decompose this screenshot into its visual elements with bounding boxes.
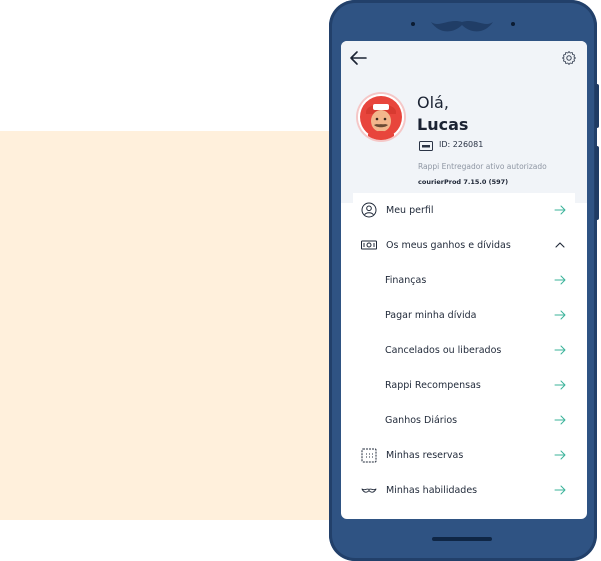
- profile-header: Olá, Lucas ID: 226081 Rappi Entregador a…: [341, 41, 587, 203]
- mustache-logo-icon: [431, 21, 493, 32]
- submenu-item-label: Finanças: [385, 274, 427, 286]
- id-card-icon: [419, 141, 433, 151]
- menu-list: Meu perfil Os meus ganhos e dívidas Fina…: [353, 193, 575, 519]
- power-button: [595, 146, 599, 220]
- courier-id: ID: 226081: [439, 140, 484, 149]
- calendar-icon: [361, 448, 377, 463]
- submenu-item-ganhos-diarios[interactable]: Ganhos Diários: [353, 403, 575, 437]
- arrow-right-icon: [554, 345, 566, 355]
- menu-item-label: Minhas habilidades: [386, 484, 478, 496]
- arrow-right-icon: [554, 415, 566, 425]
- menu-item-label: Minhas reservas: [386, 449, 464, 461]
- chevron-up-icon: [555, 242, 565, 248]
- back-arrow-icon[interactable]: [349, 50, 367, 66]
- arrow-right-icon: [554, 450, 566, 460]
- home-indicator: [432, 537, 492, 541]
- arrow-right-icon: [554, 485, 566, 495]
- user-circle-icon: [361, 202, 377, 218]
- gear-icon[interactable]: [561, 50, 577, 66]
- arrow-right-icon: [554, 310, 566, 320]
- menu-item-label: Meu perfil: [386, 204, 434, 216]
- user-name: Lucas: [417, 115, 469, 134]
- mustache-icon: [361, 488, 377, 493]
- menu-item-habilidades[interactable]: Minhas habilidades: [353, 473, 575, 507]
- app-version: courierProd 7.15.0 (597): [418, 178, 509, 186]
- background-panel: [0, 131, 340, 520]
- arrow-right-icon: [554, 275, 566, 285]
- submenu-item-financas[interactable]: Finanças: [353, 263, 575, 297]
- submenu-item-label: Pagar minha dívida: [385, 309, 477, 321]
- menu-item-ganhos-dividas[interactable]: Os meus ganhos e dívidas: [353, 228, 575, 262]
- menu-item-reservas[interactable]: Minhas reservas: [353, 438, 575, 472]
- volume-button: [595, 84, 599, 128]
- submenu-item-cancelados[interactable]: Cancelados ou liberados: [353, 333, 575, 367]
- phone-notch: [329, 8, 597, 38]
- arrow-right-icon: [554, 380, 566, 390]
- banknote-icon: [361, 240, 377, 250]
- menu-item-label: Os meus ganhos e dívidas: [386, 239, 511, 251]
- submenu-item-label: Rappi Recompensas: [385, 379, 481, 391]
- app-screen: Olá, Lucas ID: 226081 Rappi Entregador a…: [341, 41, 587, 519]
- greeting-text: Olá,: [417, 93, 449, 112]
- submenu-item-pagar-divida[interactable]: Pagar minha dívida: [353, 298, 575, 332]
- arrow-right-icon: [554, 205, 566, 215]
- menu-item-meu-perfil[interactable]: Meu perfil: [353, 193, 575, 227]
- courier-status: Rappi Entregador ativo autorizado: [418, 162, 547, 171]
- submenu-item-label: Cancelados ou liberados: [385, 344, 502, 356]
- sensor-dot: [411, 22, 415, 26]
- avatar: [358, 94, 404, 140]
- submenu-item-label: Ganhos Diários: [385, 414, 458, 426]
- submenu-item-recompensas[interactable]: Rappi Recompensas: [353, 368, 575, 402]
- camera-dot: [511, 22, 515, 26]
